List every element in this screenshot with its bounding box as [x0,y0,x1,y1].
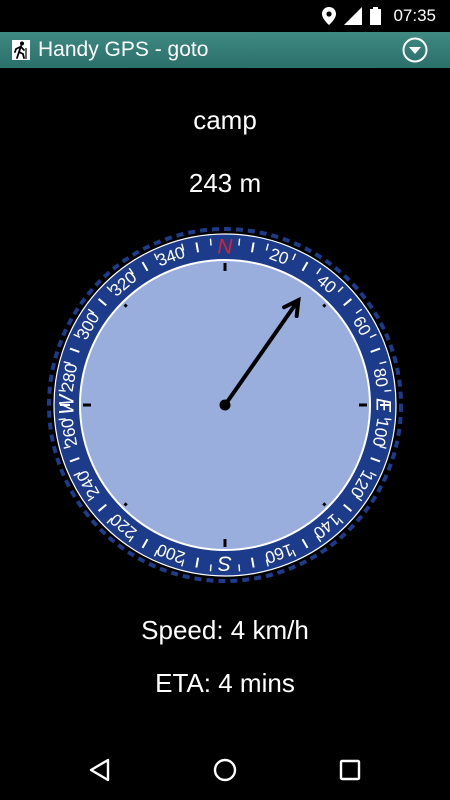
destination-name: camp [193,105,257,135]
battery-icon [370,7,382,25]
speed-readout: Speed: 4 km/h [141,615,309,645]
recents-icon[interactable] [336,756,364,784]
bezel-tick [209,238,212,246]
bezel-north-label: N [217,236,233,259]
bezel-west-label: W [56,393,79,415]
app-title: Handy GPS - goto [38,38,209,61]
bezel-south-label: S [218,552,232,575]
action-bar: Handy GPS - goto [0,32,450,68]
face-mark [322,502,327,507]
bezel-east-label: E [372,398,395,413]
hiker-icon [12,40,30,60]
eta-readout: ETA: 4 mins [155,668,295,698]
navigation-bar [0,740,450,800]
status-bar: 07:35 [0,0,450,32]
location-icon [322,7,337,25]
signal-icon [344,7,363,25]
bezel-tick [209,564,212,572]
bezel-degree-label: 80 [370,367,392,389]
distance-readout: 243 m [188,168,262,198]
face-mark [123,303,128,308]
home-icon[interactable] [211,756,239,784]
back-icon[interactable] [86,756,114,784]
bezel-tick [238,564,241,572]
face-mark [322,303,327,308]
bezel-tick [238,238,241,246]
face-mark [123,502,128,507]
compass-center-dot [219,399,231,411]
bezel-tick [384,389,392,392]
chevron-down-circle-icon[interactable] [402,37,428,63]
compass: 20 40 60 80 100 120 140 160 200 220 240 260 280 300 32… [45,225,405,585]
status-clock: 07:35 [393,6,436,25]
compass-dial: 2040608010012014016020022024026028030032… [47,227,403,583]
